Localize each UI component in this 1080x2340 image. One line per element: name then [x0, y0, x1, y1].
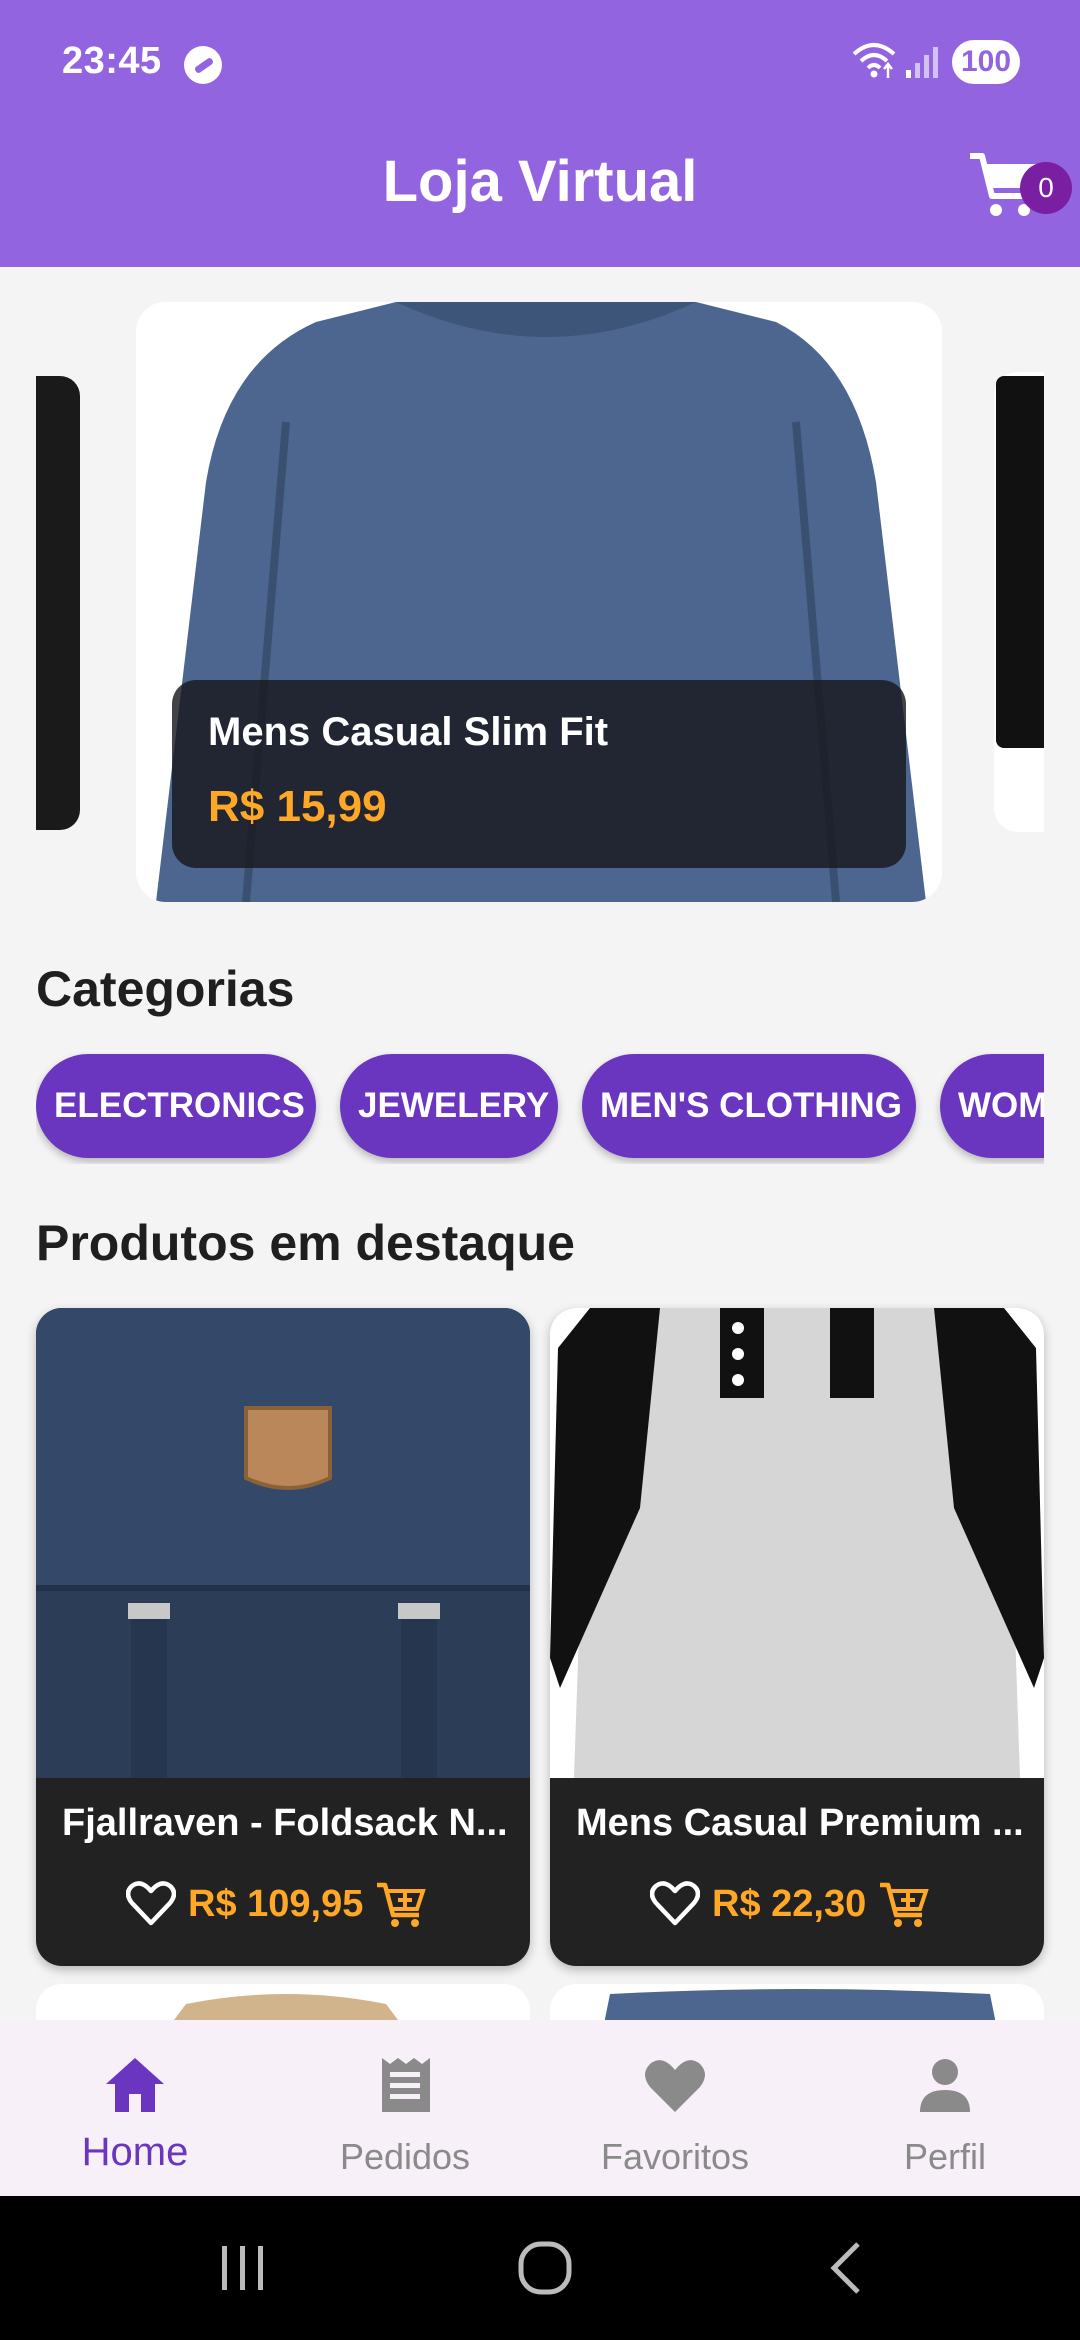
cart-count-badge: 0 [1020, 162, 1072, 214]
home-button-icon[interactable] [510, 2236, 580, 2300]
product-card[interactable]: Mens Casual Premium ... R$ 22,30 [550, 1308, 1044, 1966]
status-bar: 23:45 100 [0, 0, 1080, 127]
nav-label-favoritos: Favoritos [600, 2136, 750, 2177]
carousel-caption: Mens Casual Slim Fit R$ 15,99 [172, 680, 906, 868]
notification-app-icon [184, 46, 222, 84]
app-title: Loja Virtual [382, 149, 698, 214]
nav-item-home[interactable]: Home [0, 2020, 270, 2196]
status-time: 23:45 [62, 40, 162, 82]
back-icon[interactable] [812, 2236, 882, 2300]
add-to-cart-icon[interactable] [375, 1879, 427, 1929]
product-actions: R$ 109,95 [126, 1874, 427, 1934]
receipt-icon [382, 2058, 430, 2112]
product-price: R$ 109,95 [188, 1882, 364, 1925]
product-price: R$ 22,30 [712, 1882, 867, 1925]
carousel-prev-card[interactable] [36, 376, 80, 830]
nav-item-favoritos[interactable]: Favoritos [540, 2020, 810, 2196]
signal-icon [906, 47, 938, 78]
carousel-product-price: R$ 15,99 [208, 782, 387, 831]
product-image [550, 1308, 1044, 1778]
carousel-card[interactable]: Mens Casual Slim Fit R$ 15,99 [136, 302, 942, 902]
category-chip-jewelery[interactable]: JEWELERY [340, 1054, 558, 1158]
bottom-navigation: Home Pedidos Favoritos Perfil [0, 2020, 1080, 2196]
category-chip-womens-clothing[interactable]: WOM [940, 1054, 1044, 1158]
nav-item-pedidos[interactable]: Pedidos [270, 2020, 540, 2196]
heart-icon [645, 2060, 705, 2112]
nav-label-home: Home [81, 2130, 189, 2174]
battery-indicator: 100 [952, 40, 1020, 84]
home-icon [106, 2058, 164, 2112]
favorite-outline-icon[interactable] [126, 1881, 176, 1927]
person-icon [920, 2059, 970, 2112]
wifi-icon [852, 43, 896, 78]
product-title: Mens Casual Premium ... [576, 1802, 1024, 1844]
carousel-product-title: Mens Casual Slim Fit [208, 710, 609, 754]
favorite-outline-icon[interactable] [650, 1881, 700, 1927]
featured-title: Produtos em destaque [36, 1215, 575, 1271]
featured-carousel[interactable]: Mens Casual Slim Fit R$ 15,99 [0, 300, 1080, 910]
system-navigation-bar [0, 2196, 1080, 2340]
nav-label-perfil: Perfil [903, 2136, 987, 2177]
nav-label-pedidos: Pedidos [339, 2136, 471, 2177]
category-chip-mens-clothing[interactable]: MEN'S CLOTHING [582, 1054, 916, 1158]
category-chips: ELECTRONICS JEWELERY MEN'S CLOTHING WOM [36, 1052, 1044, 1164]
product-card[interactable]: Fjallraven - Foldsack N... R$ 109,95 [36, 1308, 530, 1966]
add-to-cart-icon[interactable] [878, 1879, 930, 1929]
categories-title: Categorias [36, 961, 295, 1017]
nav-item-perfil[interactable]: Perfil [810, 2020, 1080, 2196]
category-chip-electronics[interactable]: ELECTRONICS [36, 1054, 316, 1158]
product-image [36, 1308, 530, 1778]
carousel-next-card[interactable] [994, 372, 1044, 832]
product-actions: R$ 22,30 [650, 1874, 930, 1934]
recent-apps-icon[interactable] [208, 2236, 278, 2300]
product-title: Fjallraven - Foldsack N... [62, 1802, 508, 1844]
